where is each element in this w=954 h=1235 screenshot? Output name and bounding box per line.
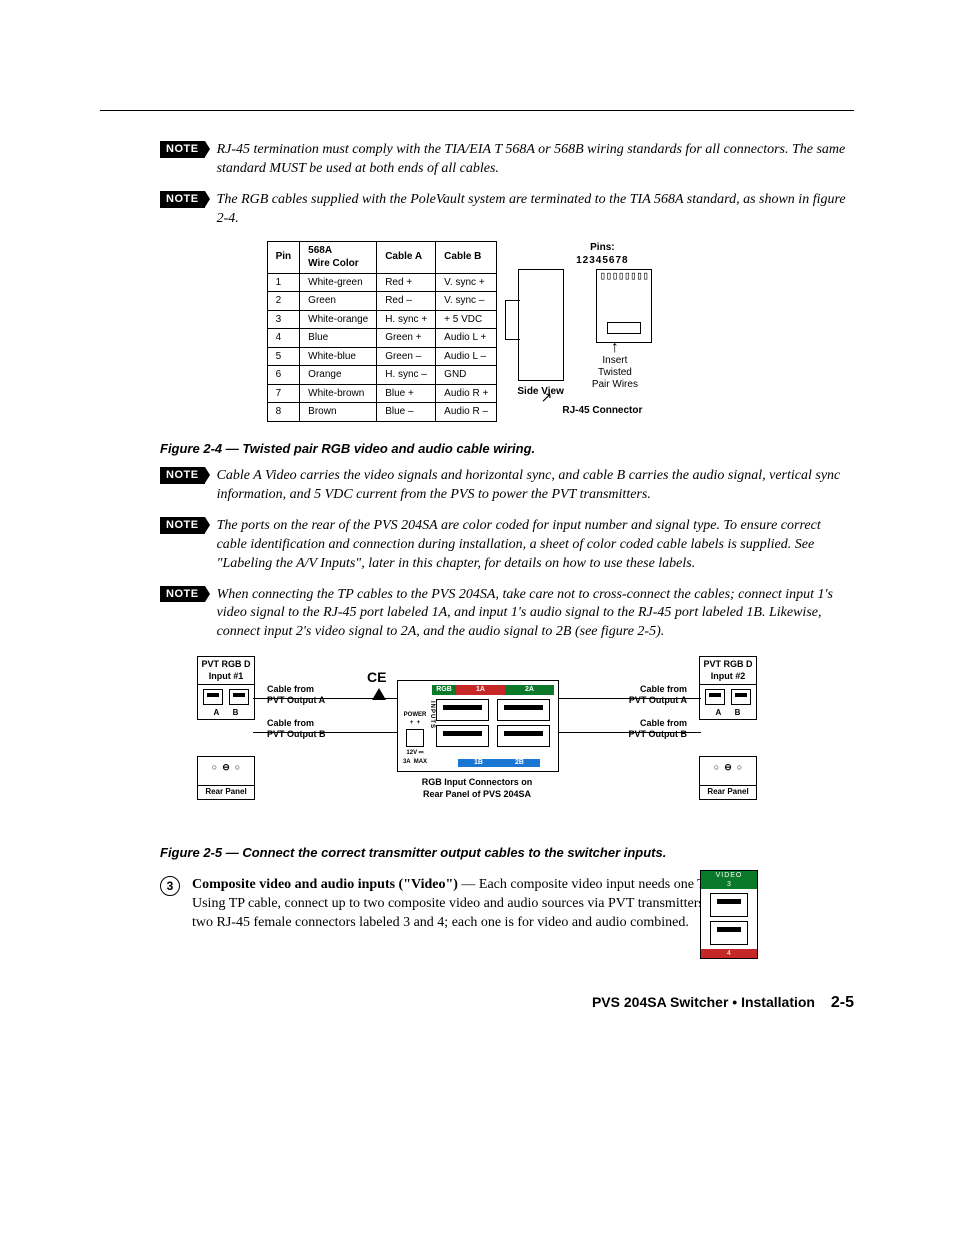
- rear-panel-label: Rear Panel: [198, 785, 254, 799]
- insert-label: Insert Twisted Pair Wires: [592, 355, 638, 391]
- table-row: 3White-orangeH. sync ++ 5 VDC: [267, 310, 497, 329]
- figure-2-5-caption: Figure 2-5 — Connect the correct transmi…: [160, 844, 854, 862]
- pvs-rear-panel: RGB 1A 2A 1B 2B POWER + + 12V ⎓ 3A MAX I…: [397, 680, 559, 772]
- note-badge: NOTE: [160, 586, 205, 603]
- rj45-port-icon: [497, 699, 550, 721]
- port-2a-label: 2A: [505, 685, 554, 695]
- note-badge: NOTE: [160, 467, 205, 484]
- pvt-input-1-bottom: ○ ⊖ ○ Rear Panel: [197, 756, 255, 800]
- note-3: NOTE Cable A Video carries the video sig…: [100, 467, 854, 505]
- table-row: 4BlueGreen +Audio L +: [267, 329, 497, 348]
- rgb-label: RGB: [432, 685, 456, 695]
- cable-a-label: Cable from PVT Output A: [267, 684, 325, 705]
- note-badge: NOTE: [160, 517, 205, 534]
- rj45-diagram: Pins: 12345678 ↗ Side View ▯▯▯▯▯▯▯▯ ↑ In…: [517, 241, 687, 418]
- col-pin: Pin: [267, 241, 300, 273]
- rear-panel-label: Rear Panel: [700, 785, 756, 799]
- footer-title: PVS 204SA Switcher • Installation: [592, 994, 815, 1010]
- note-2: NOTE The RGB cables supplied with the Po…: [100, 191, 854, 229]
- table-row: 8BrownBlue –Audio R –: [267, 403, 497, 422]
- col-cable-a: Cable A: [377, 241, 436, 273]
- video-port-3-label: 3: [701, 880, 757, 889]
- note-4: NOTE The ports on the rear of the PVS 20…: [100, 517, 854, 574]
- rj45-front-view-icon: ▯▯▯▯▯▯▯▯: [596, 269, 652, 343]
- cable-b-label: Cable from PVT Output B: [629, 718, 688, 739]
- cable-arrow-icon: ↗: [541, 388, 553, 407]
- rj45-side-view-icon: ↗: [518, 269, 564, 381]
- warning-triangle-icon: [372, 688, 386, 700]
- port-1a-label: 1A: [456, 685, 505, 695]
- figure-2-4: Pin 568A Wire Color Cable A Cable B 1Whi…: [100, 241, 854, 422]
- col-wire: 568A Wire Color: [300, 241, 377, 273]
- figure-2-5: PVT RGB D Input #1 A B ○ ⊖ ○ Rear Panel …: [197, 656, 757, 826]
- note-text: The RGB cables supplied with the PoleVau…: [217, 191, 854, 229]
- pvt-input-2-top: PVT RGB D Input #2 A B: [699, 656, 757, 719]
- cable-a-label: Cable from PVT Output A: [629, 684, 687, 705]
- pvt-input-1-top: PVT RGB D Input #1 A B: [197, 656, 255, 719]
- center-caption: RGB Input Connectors on Rear Panel of PV…: [397, 776, 557, 800]
- note-text: RJ-45 termination must comply with the T…: [217, 141, 854, 179]
- arrow-up-icon: ↑: [611, 343, 619, 353]
- page-footer: PVS 204SA Switcher • Installation 2-5: [100, 992, 854, 1014]
- power-block: POWER + + 12V ⎓ 3A MAX: [402, 711, 428, 765]
- table-row: 6OrangeH. sync –GND: [267, 366, 497, 385]
- rj45-jack-icon: [229, 689, 249, 705]
- note-badge: NOTE: [160, 141, 205, 158]
- rj45-port-icon: [436, 725, 489, 747]
- cable-line: [557, 698, 701, 699]
- video-ports-diagram: VIDEO 3 4: [700, 870, 758, 959]
- table-row: 1White-greenRed +V. sync +: [267, 273, 497, 292]
- figure-2-4-caption: Figure 2-4 — Twisted pair RGB video and …: [160, 440, 854, 458]
- cable-line: [557, 732, 701, 733]
- cable-line: [253, 732, 397, 733]
- rj45-port-icon: [710, 893, 748, 917]
- pvt-input-2-bottom: ○ ⊖ ○ Rear Panel: [699, 756, 757, 800]
- port-2b-label: 2B: [499, 759, 540, 767]
- step-number: 3: [160, 876, 180, 896]
- inputs-label: INPUTS: [428, 701, 436, 729]
- rj45-port-icon: [497, 725, 550, 747]
- rj45-jack-icon: [731, 689, 751, 705]
- cable-b-label: Cable from PVT Output B: [267, 718, 326, 739]
- note-text: When connecting the TP cables to the PVS…: [217, 586, 854, 643]
- note-5: NOTE When connecting the TP cables to th…: [100, 586, 854, 643]
- rj45-jack-icon: [203, 689, 223, 705]
- rj45-port-icon: [710, 921, 748, 945]
- table-row: 7White-brownBlue +Audio R +: [267, 384, 497, 403]
- port-1b-label: 1B: [458, 759, 499, 767]
- table-row: 5White-blueGreen –Audio L –: [267, 347, 497, 366]
- power-plug-icon: [406, 729, 424, 747]
- pins-label: Pins: 12345678: [517, 241, 687, 268]
- top-rule: [100, 110, 854, 111]
- video-label: VIDEO: [701, 871, 757, 880]
- col-cable-b: Cable B: [436, 241, 497, 273]
- table-row: 2GreenRed –V. sync –: [267, 292, 497, 311]
- note-badge: NOTE: [160, 191, 205, 208]
- page-number: 2-5: [831, 994, 854, 1011]
- rj45-port-icon: [436, 699, 489, 721]
- ce-mark-icon: CE: [367, 668, 386, 687]
- video-port-4-label: 4: [701, 949, 757, 958]
- rj45-jack-icon: [705, 689, 725, 705]
- note-1: NOTE RJ-45 termination must comply with …: [100, 141, 854, 179]
- pinout-table: Pin 568A Wire Color Cable A Cable B 1Whi…: [267, 241, 498, 422]
- note-text: Cable A Video carries the video signals …: [217, 467, 854, 505]
- note-text: The ports on the rear of the PVS 204SA a…: [217, 517, 854, 574]
